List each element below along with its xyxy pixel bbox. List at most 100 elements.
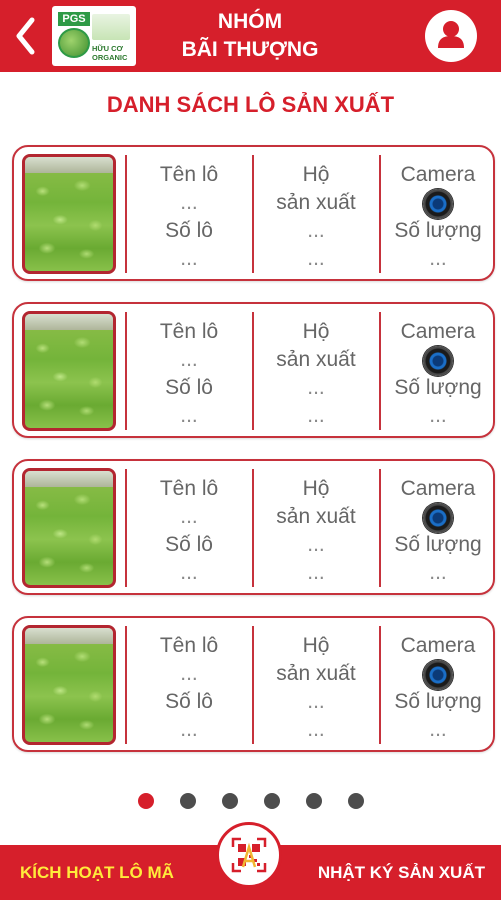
quantity-label: Số lượng (394, 376, 482, 399)
household-value: ... (307, 404, 325, 427)
activate-lot-code-button[interactable]: KÍCH HOẠT LÔ MÃ (20, 845, 174, 900)
user-icon (438, 21, 464, 48)
page-title-line2: BÃI THƯỢNG (181, 38, 319, 61)
lot-number-label: Số lô (165, 219, 213, 242)
camera-icon[interactable] (423, 346, 453, 376)
household-value: ... (307, 219, 325, 242)
lot-number-value: ... (180, 404, 198, 427)
household-label-line1: Hộ (302, 634, 330, 657)
household-column: Hộ sản xuất...... (256, 161, 376, 273)
quantity-label: Số lượng (394, 690, 482, 713)
column-divider (125, 469, 127, 587)
lot-number-label: Số lô (165, 533, 213, 556)
lot-thumbnail[interactable] (22, 625, 116, 745)
household-label-line2: sản xuất (276, 191, 356, 214)
pgs-organic-logo: PGS HỮU CƠ ORGANIC (52, 6, 136, 66)
logo-organic-line1: HỮU CƠ (92, 44, 123, 53)
user-profile-button[interactable] (425, 10, 477, 62)
back-button[interactable] (10, 14, 40, 58)
column-divider (252, 626, 254, 744)
lot-name-value: ... (180, 191, 198, 214)
column-divider (379, 626, 381, 744)
household-label-line1: Hộ (302, 477, 330, 500)
column-divider (252, 312, 254, 430)
page-title-line1: NHÓM (217, 10, 283, 33)
page-dot-6[interactable] (348, 793, 364, 809)
lot-name-value: ... (180, 505, 198, 528)
column-divider (379, 469, 381, 587)
column-divider (379, 155, 381, 273)
lot-number-label: Số lô (165, 376, 213, 399)
lot-name-column: Tên lô... Số lô... (129, 161, 249, 273)
camera-column: Camera Số lượng... (382, 318, 494, 430)
logo-stripe (92, 14, 130, 40)
lot-thumbnail[interactable] (22, 154, 116, 274)
camera-column: Camera Số lượng... (382, 475, 494, 587)
qr-scan-button[interactable] (216, 822, 282, 888)
page-dot-1[interactable] (138, 793, 154, 809)
lot-card[interactable]: Tên lô... Số lô... Hộ sản xuất...... Camera S… (12, 459, 495, 595)
quantity-value: ... (429, 247, 447, 270)
lot-name-value: ... (180, 662, 198, 685)
lot-thumbnail[interactable] (22, 468, 116, 588)
household-label-line2: sản xuất (276, 505, 356, 528)
household-value: ... (307, 247, 325, 270)
household-column: Hộ sản xuất...... (256, 475, 376, 587)
lot-card[interactable]: Tên lô... Số lô... Hộ sản xuất...... Camera S… (12, 302, 495, 438)
lot-card[interactable]: Tên lô... Số lô... Hộ sản xuất...... Camera S… (12, 145, 495, 281)
page-dot-4[interactable] (264, 793, 280, 809)
camera-label: Camera (400, 477, 476, 500)
quantity-label: Số lượng (394, 533, 482, 556)
household-value: ... (307, 561, 325, 584)
camera-icon[interactable] (423, 660, 453, 690)
camera-label: Camera (400, 163, 476, 186)
column-divider (125, 626, 127, 744)
column-divider (252, 155, 254, 273)
page-title: NHÓM BÃI THƯỢNG (150, 8, 350, 64)
quantity-value: ... (429, 561, 447, 584)
leaf-emblem-icon (58, 28, 90, 58)
page-dot-5[interactable] (306, 793, 322, 809)
lot-name-value: ... (180, 348, 198, 371)
lot-name-label: Tên lô (159, 477, 219, 500)
quantity-value: ... (429, 404, 447, 427)
quantity-value: ... (429, 718, 447, 741)
lot-name-column: Tên lô... Số lô... (129, 318, 249, 430)
household-column: Hộ sản xuất...... (256, 318, 376, 430)
page-dot-2[interactable] (180, 793, 196, 809)
household-label-line1: Hộ (302, 163, 330, 186)
lot-number-value: ... (180, 561, 198, 584)
app-header: PGS HỮU CƠ ORGANIC NHÓM BÃI THƯỢNG (0, 0, 501, 72)
logo-pgs-text: PGS (58, 12, 90, 26)
production-diary-button[interactable]: NHẬT KÝ SẢN XUẤT (318, 845, 485, 900)
camera-column: Camera Số lượng... (382, 161, 494, 273)
household-value: ... (307, 690, 325, 713)
column-divider (125, 155, 127, 273)
household-label-line1: Hộ (302, 320, 330, 343)
logo-organic-line2: ORGANIC (92, 53, 128, 62)
column-divider (252, 469, 254, 587)
lot-card[interactable]: Tên lô... Số lô... Hộ sản xuất...... Camera S… (12, 616, 495, 752)
camera-icon[interactable] (423, 189, 453, 219)
lot-name-label: Tên lô (159, 320, 219, 343)
household-column: Hộ sản xuất...... (256, 632, 376, 744)
pagination (0, 793, 501, 811)
camera-icon[interactable] (423, 503, 453, 533)
quantity-label: Số lượng (394, 219, 482, 242)
lot-name-column: Tên lô... Số lô... (129, 475, 249, 587)
page-dot-3[interactable] (222, 793, 238, 809)
lot-thumbnail[interactable] (22, 311, 116, 431)
household-value: ... (307, 533, 325, 556)
column-divider (125, 312, 127, 430)
qr-code-icon (231, 837, 267, 873)
household-value: ... (307, 718, 325, 741)
section-title: DANH SÁCH LÔ SẢN XUẤT (106, 92, 395, 117)
camera-column: Camera Số lượng... (382, 632, 494, 744)
household-label-line2: sản xuất (276, 348, 356, 371)
lot-number-value: ... (180, 247, 198, 270)
lot-number-label: Số lô (165, 690, 213, 713)
lot-name-column: Tên lô... Số lô... (129, 632, 249, 744)
chevron-left-icon (16, 17, 35, 55)
lot-number-value: ... (180, 718, 198, 741)
lot-name-label: Tên lô (159, 634, 219, 657)
